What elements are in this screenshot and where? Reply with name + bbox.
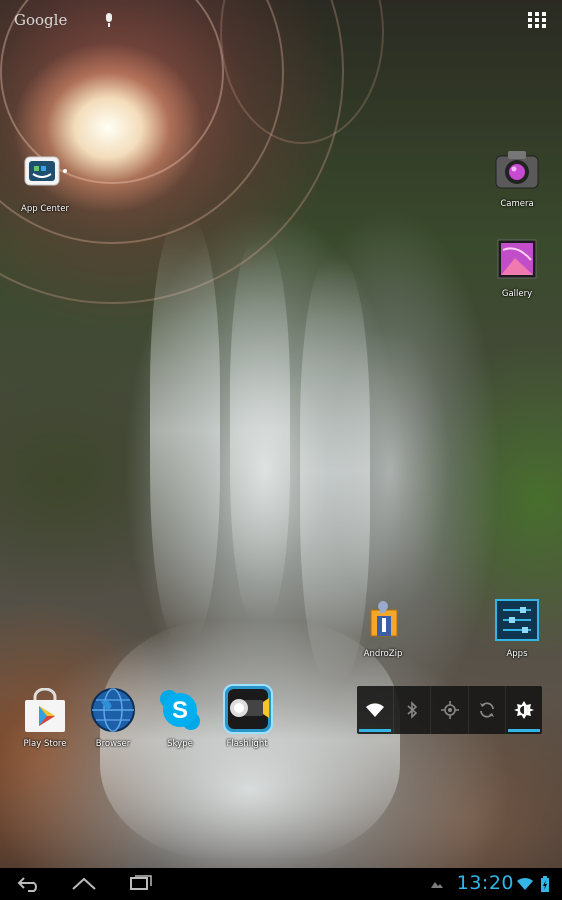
home-icon[interactable] xyxy=(70,875,98,893)
skype-icon[interactable]: S xyxy=(156,688,204,736)
browser-globe-icon[interactable] xyxy=(89,688,137,736)
app-label: Browser xyxy=(95,739,131,749)
app-label: App Center xyxy=(21,204,69,214)
bluetooth-indicator xyxy=(396,729,428,732)
app-apps[interactable]: Apps xyxy=(481,598,553,659)
brightness-indicator xyxy=(507,729,541,732)
app-label: Flashlight xyxy=(226,739,268,749)
quick-settings-widget xyxy=(357,686,542,734)
app-label: Gallery xyxy=(501,289,533,299)
app-androzip[interactable]: AndroZip xyxy=(347,598,419,659)
app-play-store[interactable]: Play Store xyxy=(9,687,81,749)
google-logo[interactable]: Google xyxy=(14,11,67,29)
wifi-indicator xyxy=(359,729,392,732)
app-skype[interactable]: S Skype xyxy=(144,688,216,749)
battery-charging-icon xyxy=(541,876,549,892)
gps-indicator xyxy=(433,729,465,732)
bluetooth-toggle[interactable] xyxy=(394,686,432,734)
app-app-center[interactable]: App Center xyxy=(9,153,81,214)
app-label: Camera xyxy=(500,199,534,209)
app-center-icon[interactable] xyxy=(21,153,69,201)
sync-icon xyxy=(479,702,494,718)
sync-toggle[interactable] xyxy=(469,686,506,734)
svg-text:S: S xyxy=(172,697,188,724)
app-flashlight[interactable]: Flashlight xyxy=(211,684,283,749)
brightness-toggle[interactable] xyxy=(506,686,542,734)
flashlight-icon[interactable] xyxy=(223,684,273,736)
wifi-toggle[interactable] xyxy=(357,686,395,734)
app-browser[interactable]: Browser xyxy=(77,688,149,749)
microphone-icon[interactable] xyxy=(105,13,113,27)
all-apps-grid-icon[interactable] xyxy=(528,12,546,28)
gps-toggle[interactable] xyxy=(431,686,469,734)
camera-icon[interactable] xyxy=(493,148,541,196)
bluetooth-icon xyxy=(407,701,418,719)
play-store-icon[interactable] xyxy=(21,687,69,736)
recent-apps-icon[interactable] xyxy=(128,875,154,893)
clock[interactable]: 13:20 xyxy=(457,872,514,894)
brightness-icon xyxy=(513,701,534,719)
notification-icon[interactable] xyxy=(430,880,444,890)
wifi-signal-icon xyxy=(517,877,533,890)
app-label: Apps xyxy=(506,649,528,659)
wifi-icon xyxy=(366,703,385,717)
app-label: AndroZip xyxy=(363,649,403,659)
gallery-icon[interactable] xyxy=(493,238,541,286)
gps-icon xyxy=(440,701,459,719)
app-gallery[interactable]: Gallery xyxy=(481,238,553,299)
system-navigation-bar: 13:20 xyxy=(0,868,562,900)
app-label: Play Store xyxy=(23,739,67,749)
back-icon[interactable] xyxy=(16,875,42,893)
apps-settings-icon[interactable] xyxy=(493,598,541,646)
app-camera[interactable]: Camera xyxy=(481,148,553,209)
androzip-icon[interactable] xyxy=(359,598,407,646)
app-label: Skype xyxy=(167,739,193,749)
google-search-bar[interactable]: Google xyxy=(14,8,113,32)
sync-indicator xyxy=(471,729,503,732)
